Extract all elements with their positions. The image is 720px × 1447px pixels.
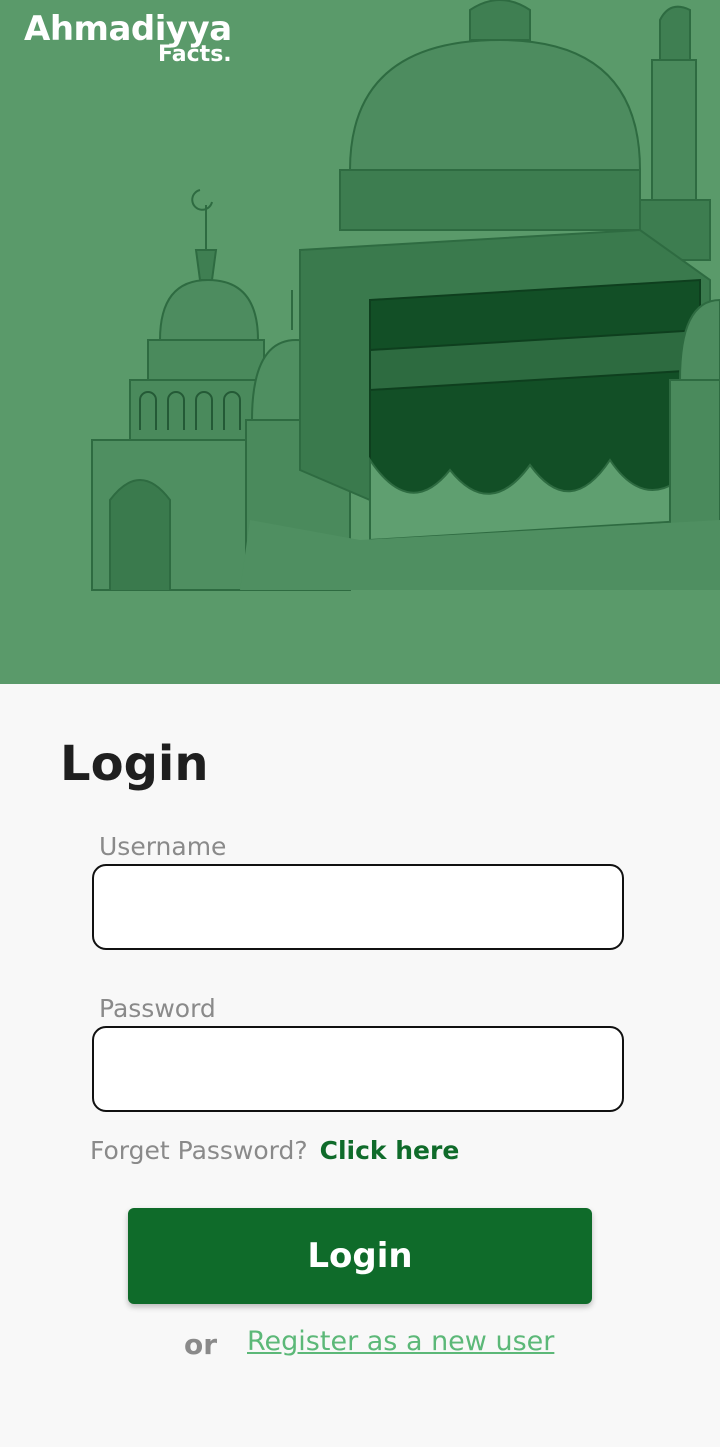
hero-banner: Ahmadiyya Facts. (0, 0, 720, 684)
forgot-password-text: Forget Password? (90, 1136, 308, 1165)
username-input[interactable] (92, 864, 624, 950)
app-logo: Ahmadiyya Facts. (24, 12, 232, 66)
page-title: Login (60, 736, 209, 792)
password-label: Password (99, 994, 216, 1023)
username-label: Username (99, 832, 227, 861)
forgot-password-row: Forget Password? Click here (90, 1136, 459, 1165)
logo-title: Ahmadiyya (24, 9, 232, 49)
register-link[interactable]: Register as a new user (247, 1326, 554, 1357)
login-panel: Login Username Password Forget Password?… (0, 684, 720, 1447)
login-button[interactable]: Login (128, 1208, 592, 1304)
password-input[interactable] (92, 1026, 624, 1112)
forgot-password-link[interactable]: Click here (320, 1136, 460, 1165)
or-separator: or (184, 1328, 218, 1361)
mosque-kaaba-illustration (91, 0, 720, 591)
